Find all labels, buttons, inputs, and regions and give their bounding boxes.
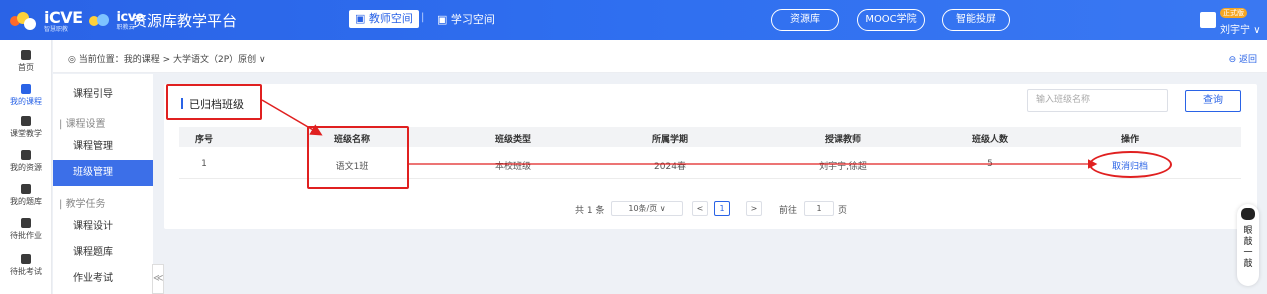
annotation-arrows (261, 99, 1098, 169)
annotation-arrow-1 (261, 99, 323, 136)
